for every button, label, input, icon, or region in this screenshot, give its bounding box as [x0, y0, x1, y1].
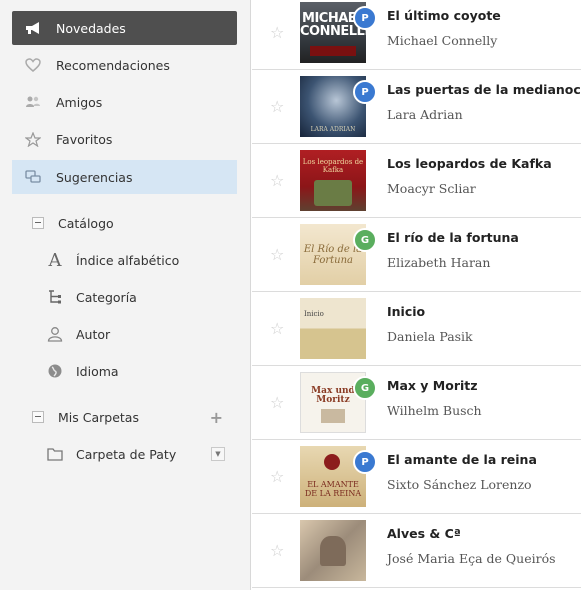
star-icon — [22, 131, 44, 147]
sidebar-divider — [250, 0, 251, 590]
catalog-item-indice[interactable]: A Índice alfabético — [12, 243, 237, 277]
heart-icon — [22, 57, 44, 73]
cover-title: Los leopardos de Kafka — [302, 158, 364, 174]
book-row[interactable]: ☆ Max und Moritz G Max y Moritz Wilhelm … — [252, 366, 581, 440]
book-cover[interactable]: Los leopardos de Kafka — [300, 150, 366, 211]
favorite-star-icon[interactable]: ☆ — [270, 541, 284, 560]
folder-item[interactable]: Carpeta de Paty ▼ — [12, 437, 237, 471]
book-author[interactable]: Wilhelm Busch — [387, 403, 482, 418]
book-list: ☆ MICHAEL CONNELLY P El último coyote Mi… — [252, 0, 581, 590]
letter-a-icon: A — [48, 249, 62, 271]
cover-title: LARA ADRIAN — [310, 126, 356, 133]
nav-label: Sugerencias — [56, 169, 133, 185]
globe-icon — [44, 362, 66, 380]
favorite-star-icon[interactable]: ☆ — [270, 97, 284, 116]
favorite-star-icon[interactable]: ☆ — [270, 467, 284, 486]
catalog-section[interactable]: Catálogo — [12, 208, 237, 238]
format-badge-icon: P — [353, 80, 377, 104]
nav-favoritos[interactable]: Favoritos — [12, 122, 237, 156]
nav-label: Recomendaciones — [56, 57, 170, 73]
cover-seal — [324, 454, 340, 470]
book-row[interactable]: ☆ MICHAEL CONNELLY P El último coyote Mi… — [252, 0, 581, 70]
folder-icon — [44, 445, 66, 463]
catalog-item-label: Autor — [76, 326, 111, 342]
nav-label: Amigos — [56, 94, 103, 110]
book-title[interactable]: El último coyote — [387, 8, 501, 23]
catalog-item-autor[interactable]: Autor — [12, 317, 237, 351]
sidebar: Novedades Recomendaciones Amigos Favorit… — [0, 0, 250, 590]
book-cover[interactable]: Inicio — [300, 298, 366, 359]
book-title[interactable]: El río de la fortuna — [387, 230, 519, 245]
favorite-star-icon[interactable]: ☆ — [270, 23, 284, 42]
book-author[interactable]: Lara Adrian — [387, 107, 463, 122]
chat-bubbles-icon — [22, 169, 44, 185]
book-author[interactable]: Sixto Sánchez Lorenzo — [387, 477, 532, 492]
book-cover[interactable] — [300, 520, 366, 581]
folders-label: Mis Carpetas — [58, 409, 139, 425]
book-row[interactable]: ☆ Los leopardos de Kafka Los leopardos d… — [252, 144, 581, 218]
book-row[interactable]: ☆ El Río de la Fortuna G El río de la fo… — [252, 218, 581, 292]
book-title[interactable]: Inicio — [387, 304, 425, 319]
nav-novedades[interactable]: Novedades — [12, 11, 237, 45]
format-badge-icon: G — [353, 228, 377, 252]
book-author[interactable]: Michael Connelly — [387, 33, 497, 48]
book-title[interactable]: Las puertas de la medianoche — [387, 82, 581, 97]
format-badge-icon: P — [353, 450, 377, 474]
nav-sugerencias[interactable]: Sugerencias — [12, 160, 237, 194]
book-title[interactable]: Alves & Cª — [387, 526, 461, 541]
nav-label: Novedades — [56, 20, 126, 36]
catalog-item-label: Idioma — [76, 363, 119, 379]
book-author[interactable]: Elizabeth Haran — [387, 255, 490, 270]
book-row[interactable]: ☆ Alves & Cª José Maria Eça de Queirós — [252, 514, 581, 588]
favorite-star-icon[interactable]: ☆ — [270, 171, 284, 190]
cover-illustration — [321, 409, 345, 423]
catalog-item-idioma[interactable]: Idioma — [12, 354, 237, 388]
favorite-star-icon[interactable]: ☆ — [270, 319, 284, 338]
folders-section[interactable]: Mis Carpetas + — [12, 402, 237, 432]
nav-label: Favoritos — [56, 131, 113, 147]
nav-amigos[interactable]: Amigos — [12, 85, 237, 119]
book-title[interactable]: Max y Moritz — [387, 378, 478, 393]
cover-title: EL AMANTE DE LA REINA — [304, 480, 362, 498]
book-row[interactable]: ☆ LARA ADRIAN P Las puertas de la median… — [252, 70, 581, 144]
collapse-toggle[interactable] — [32, 217, 44, 229]
cover-illustration — [314, 180, 352, 206]
folder-options-dropdown[interactable]: ▼ — [211, 447, 225, 461]
add-folder-icon[interactable]: + — [210, 408, 223, 427]
cover-band — [310, 46, 356, 56]
folder-label: Carpeta de Paty — [76, 446, 177, 462]
catalog-item-label: Índice alfabético — [76, 252, 180, 268]
catalog-item-categoria[interactable]: Categoría — [12, 280, 237, 314]
format-badge-icon: P — [353, 6, 377, 30]
nav-recomendaciones[interactable]: Recomendaciones — [12, 48, 237, 82]
book-row[interactable]: ☆ EL AMANTE DE LA REINA P El amante de l… — [252, 440, 581, 514]
format-badge-icon: G — [353, 376, 377, 400]
favorite-star-icon[interactable]: ☆ — [270, 245, 284, 264]
category-tree-icon — [44, 288, 66, 306]
catalog-label: Catálogo — [58, 215, 114, 231]
book-author[interactable]: Daniela Pasik — [387, 329, 473, 344]
book-title[interactable]: Los leopardos de Kafka — [387, 156, 552, 171]
users-icon — [22, 94, 44, 110]
book-title[interactable]: El amante de la reina — [387, 452, 537, 467]
person-icon — [44, 325, 66, 343]
cover-title: Inicio — [304, 310, 324, 318]
collapse-toggle[interactable] — [32, 411, 44, 423]
catalog-item-label: Categoría — [76, 289, 137, 305]
book-author[interactable]: Moacyr Scliar — [387, 181, 476, 196]
favorite-star-icon[interactable]: ☆ — [270, 393, 284, 412]
book-author[interactable]: José Maria Eça de Queirós — [387, 551, 556, 566]
cover-illustration — [320, 536, 346, 566]
book-row[interactable]: ☆ Inicio Inicio Daniela Pasik — [252, 292, 581, 366]
megaphone-icon — [22, 20, 44, 36]
